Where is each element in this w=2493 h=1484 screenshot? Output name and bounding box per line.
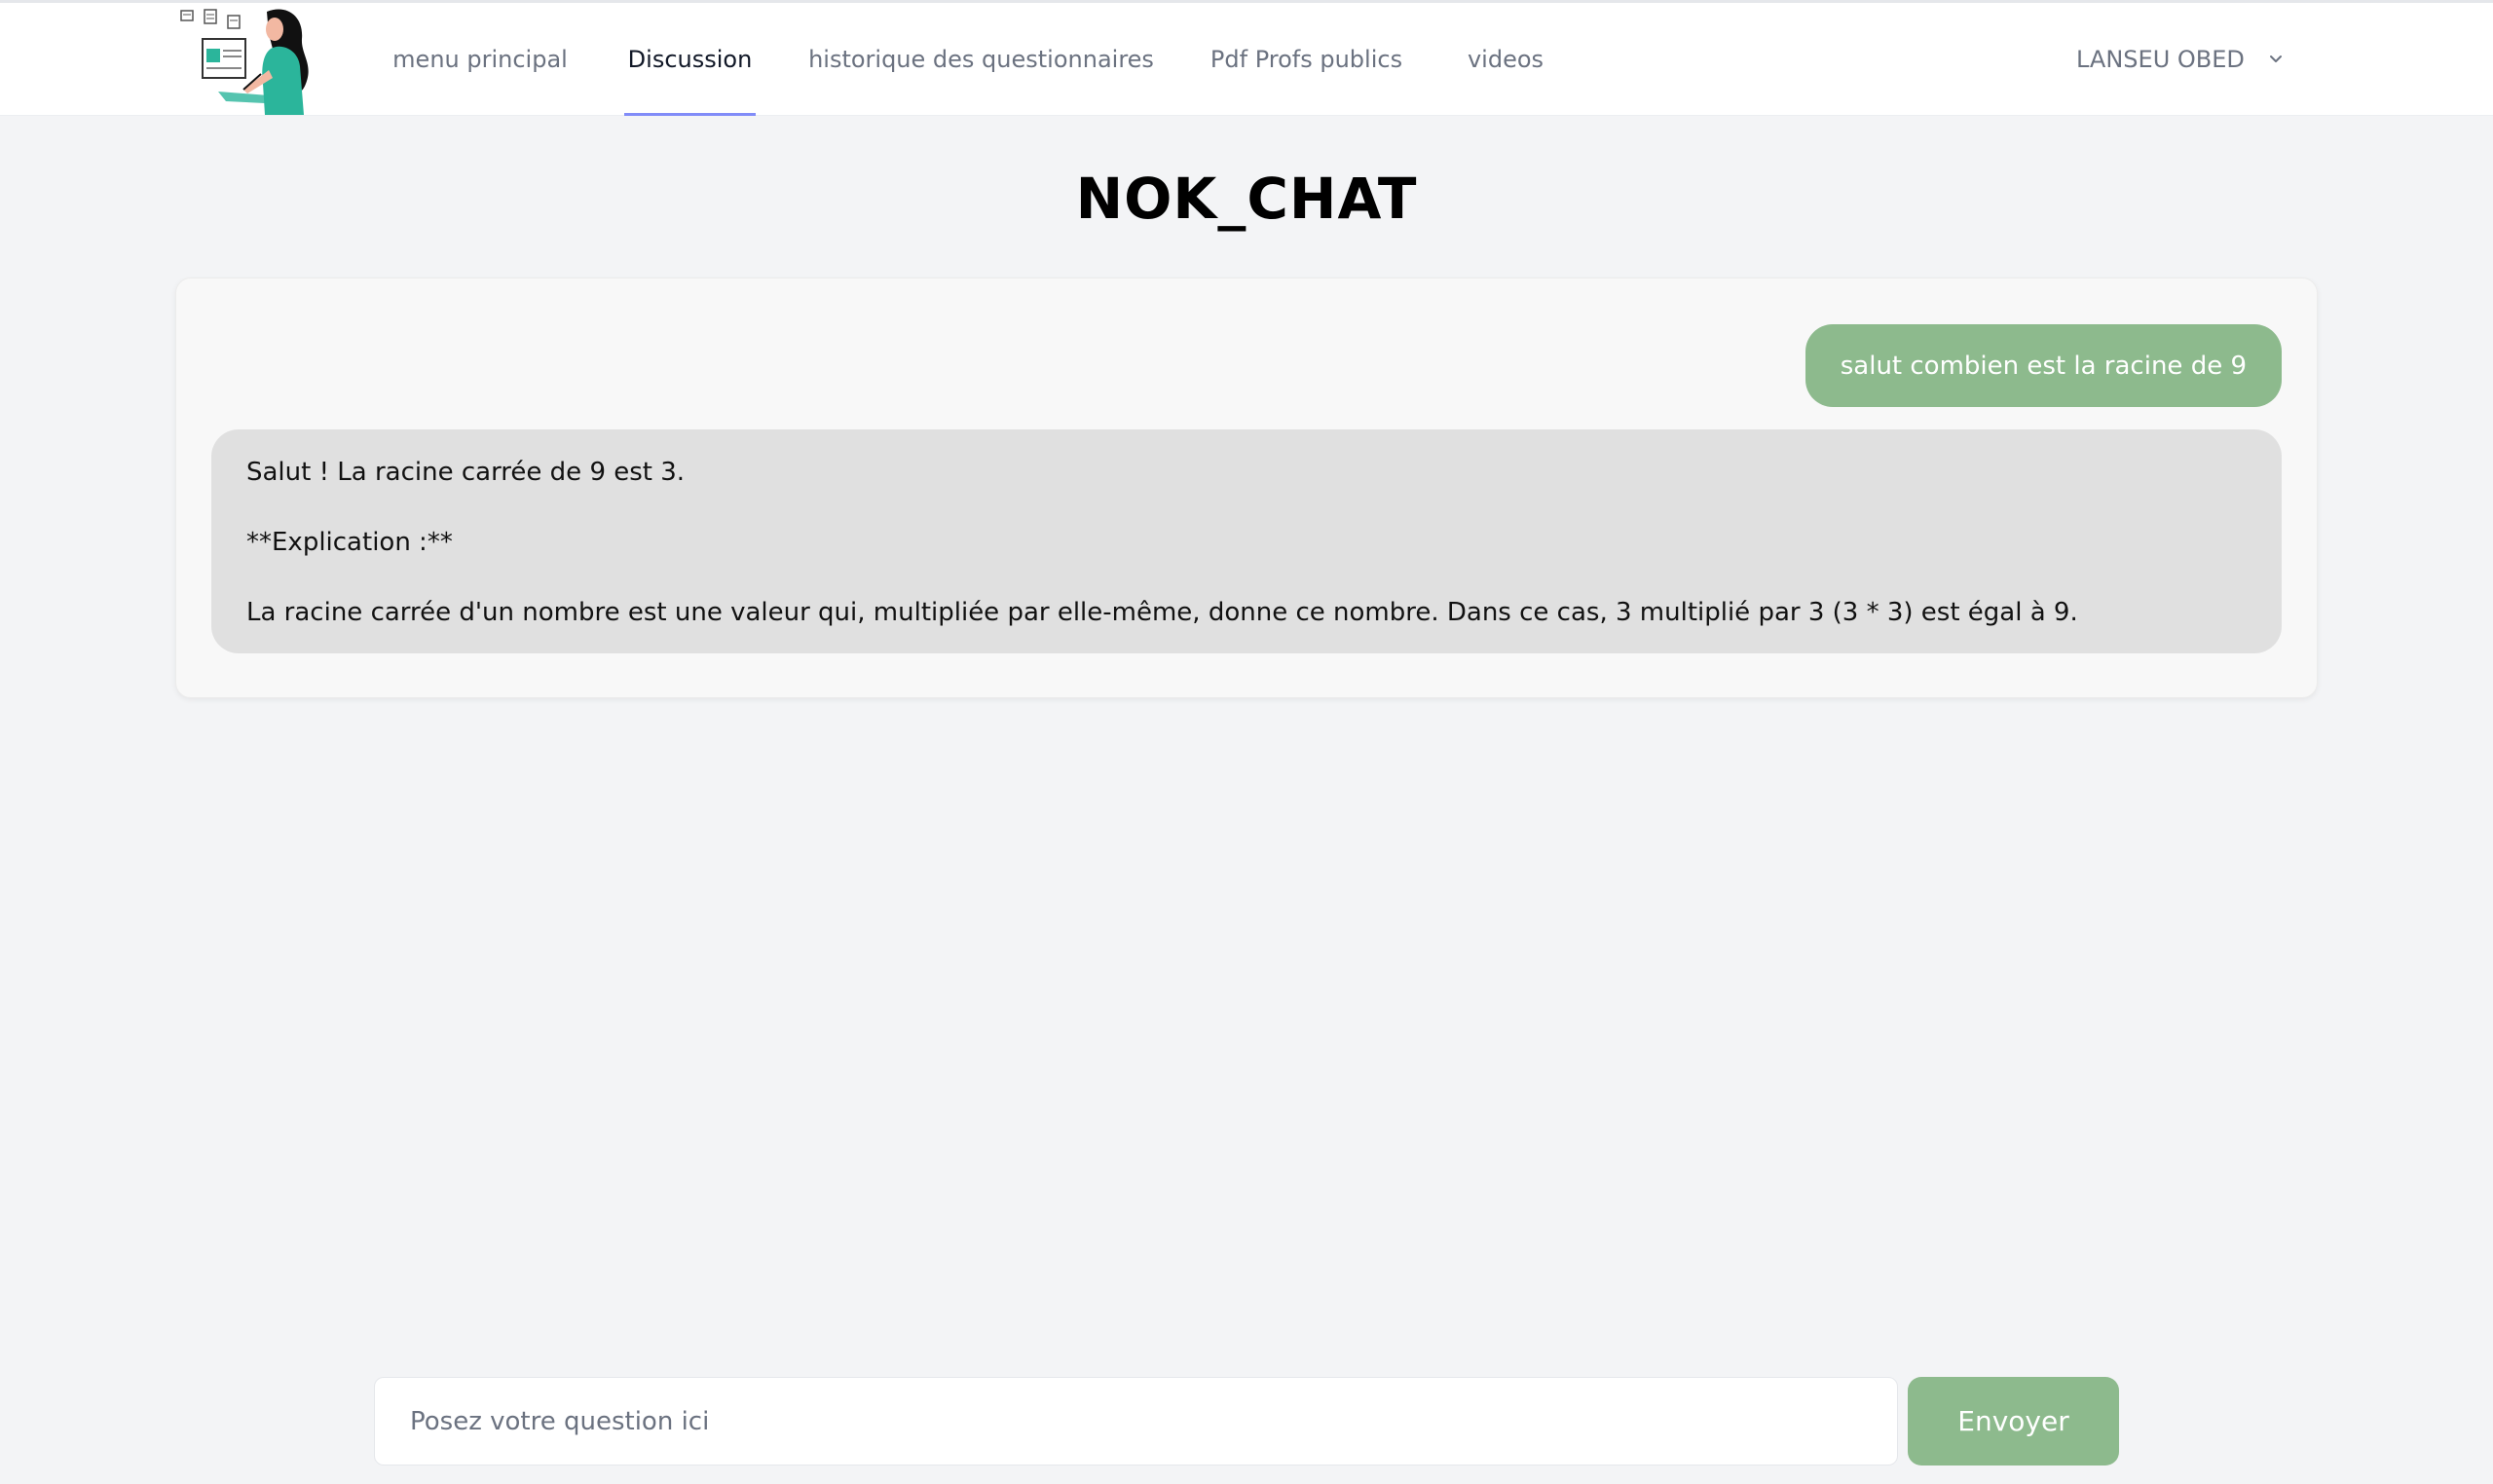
navbar: menu principal Discussion historique des… xyxy=(0,3,2493,116)
page-title: NOK_CHAT xyxy=(1075,166,1418,232)
assistant-message-line: Salut ! La racine carrée de 9 est 3. xyxy=(246,458,686,487)
nav-item-pdf-profs-publics[interactable]: Pdf Profs publics xyxy=(1210,3,1402,116)
assistant-message-line: La racine carrée d'un nombre est une val… xyxy=(246,598,2078,627)
send-button[interactable]: Envoyer xyxy=(1908,1377,2119,1465)
logo-illustration-icon xyxy=(180,9,309,115)
nav-item-discussion[interactable]: Discussion xyxy=(624,3,756,116)
user-menu[interactable]: LANSEU OBED xyxy=(2076,3,2286,116)
logo[interactable] xyxy=(179,6,321,115)
question-input[interactable] xyxy=(374,1377,1898,1465)
assistant-message: Salut ! La racine carrée de 9 est 3. **E… xyxy=(211,429,2282,653)
user-message: salut combien est la racine de 9 xyxy=(1805,324,2282,407)
chevron-down-icon xyxy=(2269,56,2282,62)
user-name: LANSEU OBED xyxy=(2076,46,2245,73)
chat-panel: salut combien est la racine de 9 Salut !… xyxy=(175,278,2318,698)
nav-item-historique[interactable]: historique des questionnaires xyxy=(808,3,1154,116)
assistant-message-line: **Explication :** xyxy=(246,528,453,557)
nav-item-videos[interactable]: videos xyxy=(1468,3,1544,116)
nav-item-menu-principal[interactable]: menu principal xyxy=(392,3,568,116)
